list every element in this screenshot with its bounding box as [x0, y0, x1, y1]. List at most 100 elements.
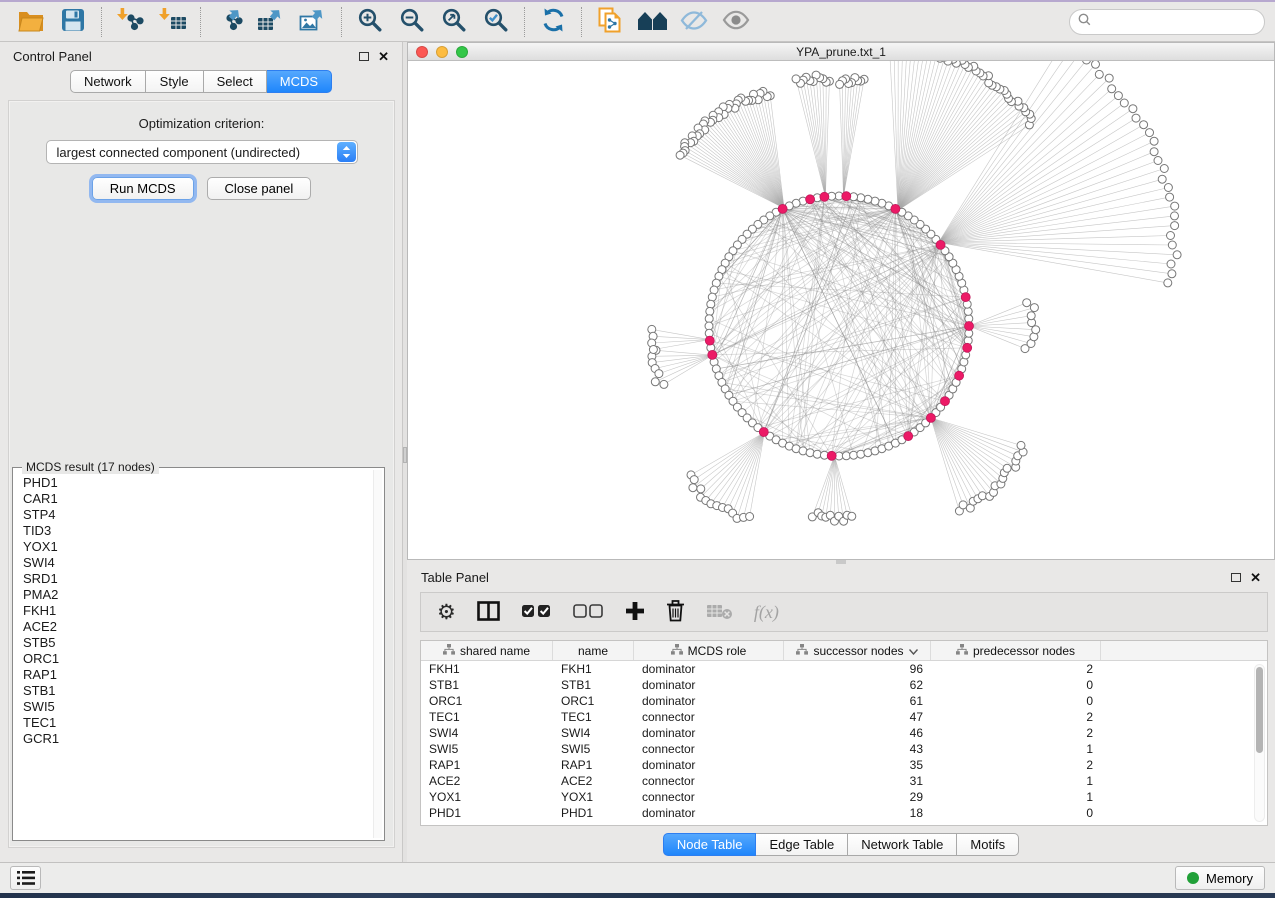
column-header-filler [1101, 641, 1267, 660]
delete-selected-button[interactable] [666, 599, 685, 625]
hide-selected-button[interactable] [673, 5, 715, 39]
tab-style[interactable]: Style [146, 70, 204, 93]
settings-button[interactable]: ⚙ [437, 602, 456, 623]
mcds-result-node[interactable]: YOX1 [15, 539, 372, 555]
delete-column-button[interactable] [706, 602, 733, 623]
search-input[interactable] [1096, 15, 1256, 29]
zoom-fit-icon [441, 7, 468, 37]
zoom-selected-button[interactable] [475, 5, 517, 39]
run-mcds-button[interactable]: Run MCDS [92, 177, 194, 200]
zoom-in-button[interactable] [349, 5, 391, 39]
control-panel: Control Panel ✕ NetworkStyleSelectMCDS O… [0, 42, 402, 862]
search-field[interactable] [1069, 9, 1265, 35]
column-header-predecessor-nodes[interactable]: predecessor nodes [931, 641, 1101, 660]
network-window-titlebar[interactable]: YPA_prune.txt_1 [408, 43, 1274, 61]
table-row[interactable]: SWI5SWI5connector431 [421, 741, 1267, 757]
close-window-icon[interactable] [416, 46, 428, 58]
export-network-button[interactable] [208, 5, 250, 39]
table-row[interactable]: ORC1ORC1dominator610 [421, 693, 1267, 709]
tab-select[interactable]: Select [204, 70, 267, 93]
float-panel-icon[interactable] [359, 52, 369, 61]
zoom-out-button[interactable] [391, 5, 433, 39]
tab-mcds[interactable]: MCDS [267, 70, 332, 93]
add-column-button[interactable] [625, 601, 645, 624]
mcds-result-node[interactable]: TEC1 [15, 715, 372, 731]
network-edges [652, 61, 1177, 521]
table-row[interactable]: YOX1YOX1connector291 [421, 789, 1267, 805]
table-row[interactable]: RAP1RAP1dominator352 [421, 757, 1267, 773]
optimization-criterion-select[interactable]: largest connected component (undirected) [46, 140, 358, 164]
first-neighbors-button[interactable] [631, 5, 673, 39]
table-row[interactable]: TEC1TEC1connector472 [421, 709, 1267, 725]
show-columns-button[interactable] [477, 601, 500, 624]
import-network-button[interactable] [109, 5, 151, 39]
mcds-result-node[interactable]: PMA2 [15, 587, 372, 603]
mcds-result-list[interactable]: PHD1CAR1STP4TID3YOX1SWI4SRD1PMA2FKH1ACE2… [15, 470, 372, 838]
save-session-button[interactable] [52, 5, 94, 39]
float-table-panel-icon[interactable] [1231, 573, 1241, 582]
function-builder-button[interactable]: f(x) [754, 602, 779, 623]
zoom-window-icon[interactable] [456, 46, 468, 58]
mcds-result-node[interactable]: STB5 [15, 635, 372, 651]
mcds-result-node[interactable]: ORC1 [15, 651, 372, 667]
close-panel-button[interactable]: Close panel [207, 177, 312, 200]
table-row[interactable]: STB1STB1dominator620 [421, 677, 1267, 693]
column-header-shared-name[interactable]: shared name [421, 641, 553, 660]
mcds-result-node[interactable]: CAR1 [15, 491, 372, 507]
mcds-result-node[interactable]: STP4 [15, 507, 372, 523]
column-header-successor-nodes[interactable]: successor nodes [784, 641, 931, 660]
tab-network-table[interactable]: Network Table [848, 833, 957, 856]
mcds-result-node[interactable]: FKH1 [15, 603, 372, 619]
memory-button[interactable]: Memory [1175, 866, 1265, 890]
table-toolbar: ⚙ f(x) [420, 592, 1268, 632]
new-network-from-selection-icon [597, 7, 623, 36]
mcds-result-node[interactable]: SWI5 [15, 699, 372, 715]
mcds-result-node[interactable]: ACE2 [15, 619, 372, 635]
new-network-from-selection-button[interactable] [589, 5, 631, 39]
node-table-body: FKH1FKH1dominator962STB1STB1dominator620… [421, 661, 1267, 821]
select-all-button[interactable] [521, 603, 552, 622]
delete-selected-icon [666, 599, 685, 625]
show-all-button[interactable] [715, 5, 757, 39]
import-table-icon [158, 7, 187, 36]
export-image-button[interactable] [292, 5, 334, 39]
tab-edge-table[interactable]: Edge Table [756, 833, 848, 856]
tab-motifs[interactable]: Motifs [957, 833, 1019, 856]
export-table-button[interactable] [250, 5, 292, 39]
tab-network[interactable]: Network [70, 70, 146, 93]
table-row[interactable]: FKH1FKH1dominator962 [421, 661, 1267, 677]
network-view-canvas[interactable] [408, 61, 1274, 559]
mcds-result-node[interactable]: RAP1 [15, 667, 372, 683]
zoom-fit-button[interactable] [433, 5, 475, 39]
column-header-name[interactable]: name [553, 641, 634, 660]
mcds-result-node[interactable]: PHD1 [15, 475, 372, 491]
control-panel-title: Control Panel [13, 49, 92, 64]
table-scrollbar[interactable] [1254, 664, 1265, 822]
mcds-result-node[interactable]: GCR1 [15, 731, 372, 747]
close-panel-icon[interactable]: ✕ [378, 50, 389, 63]
mcds-result-scrollbar[interactable] [373, 470, 382, 838]
minimize-window-icon[interactable] [436, 46, 448, 58]
close-table-panel-icon[interactable]: ✕ [1250, 571, 1261, 584]
list-icon [17, 871, 35, 885]
column-header-MCDS-role[interactable]: MCDS role [634, 641, 784, 660]
unselect-all-button[interactable] [573, 603, 604, 622]
optimization-criterion-label: Optimization criterion: [9, 116, 394, 131]
mcds-result-node[interactable]: SWI4 [15, 555, 372, 571]
table-row[interactable]: ACE2ACE2connector311 [421, 773, 1267, 789]
import-table-button[interactable] [151, 5, 193, 39]
memory-label: Memory [1206, 871, 1253, 886]
import-network-icon [116, 7, 145, 36]
tab-node-table[interactable]: Node Table [663, 833, 757, 856]
table-scrollbar-thumb[interactable] [1256, 667, 1263, 753]
task-history-button[interactable] [10, 866, 41, 890]
table-row[interactable]: PHD1PHD1dominator180 [421, 805, 1267, 821]
desktop-wallpaper-bottom [0, 893, 1275, 898]
open-file-button[interactable] [10, 5, 52, 39]
mcds-result-node[interactable]: STB1 [15, 683, 372, 699]
mcds-result-node[interactable]: TID3 [15, 523, 372, 539]
optimization-criterion-value: largest connected component (undirected) [57, 145, 301, 160]
mcds-result-node[interactable]: SRD1 [15, 571, 372, 587]
table-row[interactable]: SWI4SWI4dominator462 [421, 725, 1267, 741]
refresh-view-button[interactable] [532, 5, 574, 39]
